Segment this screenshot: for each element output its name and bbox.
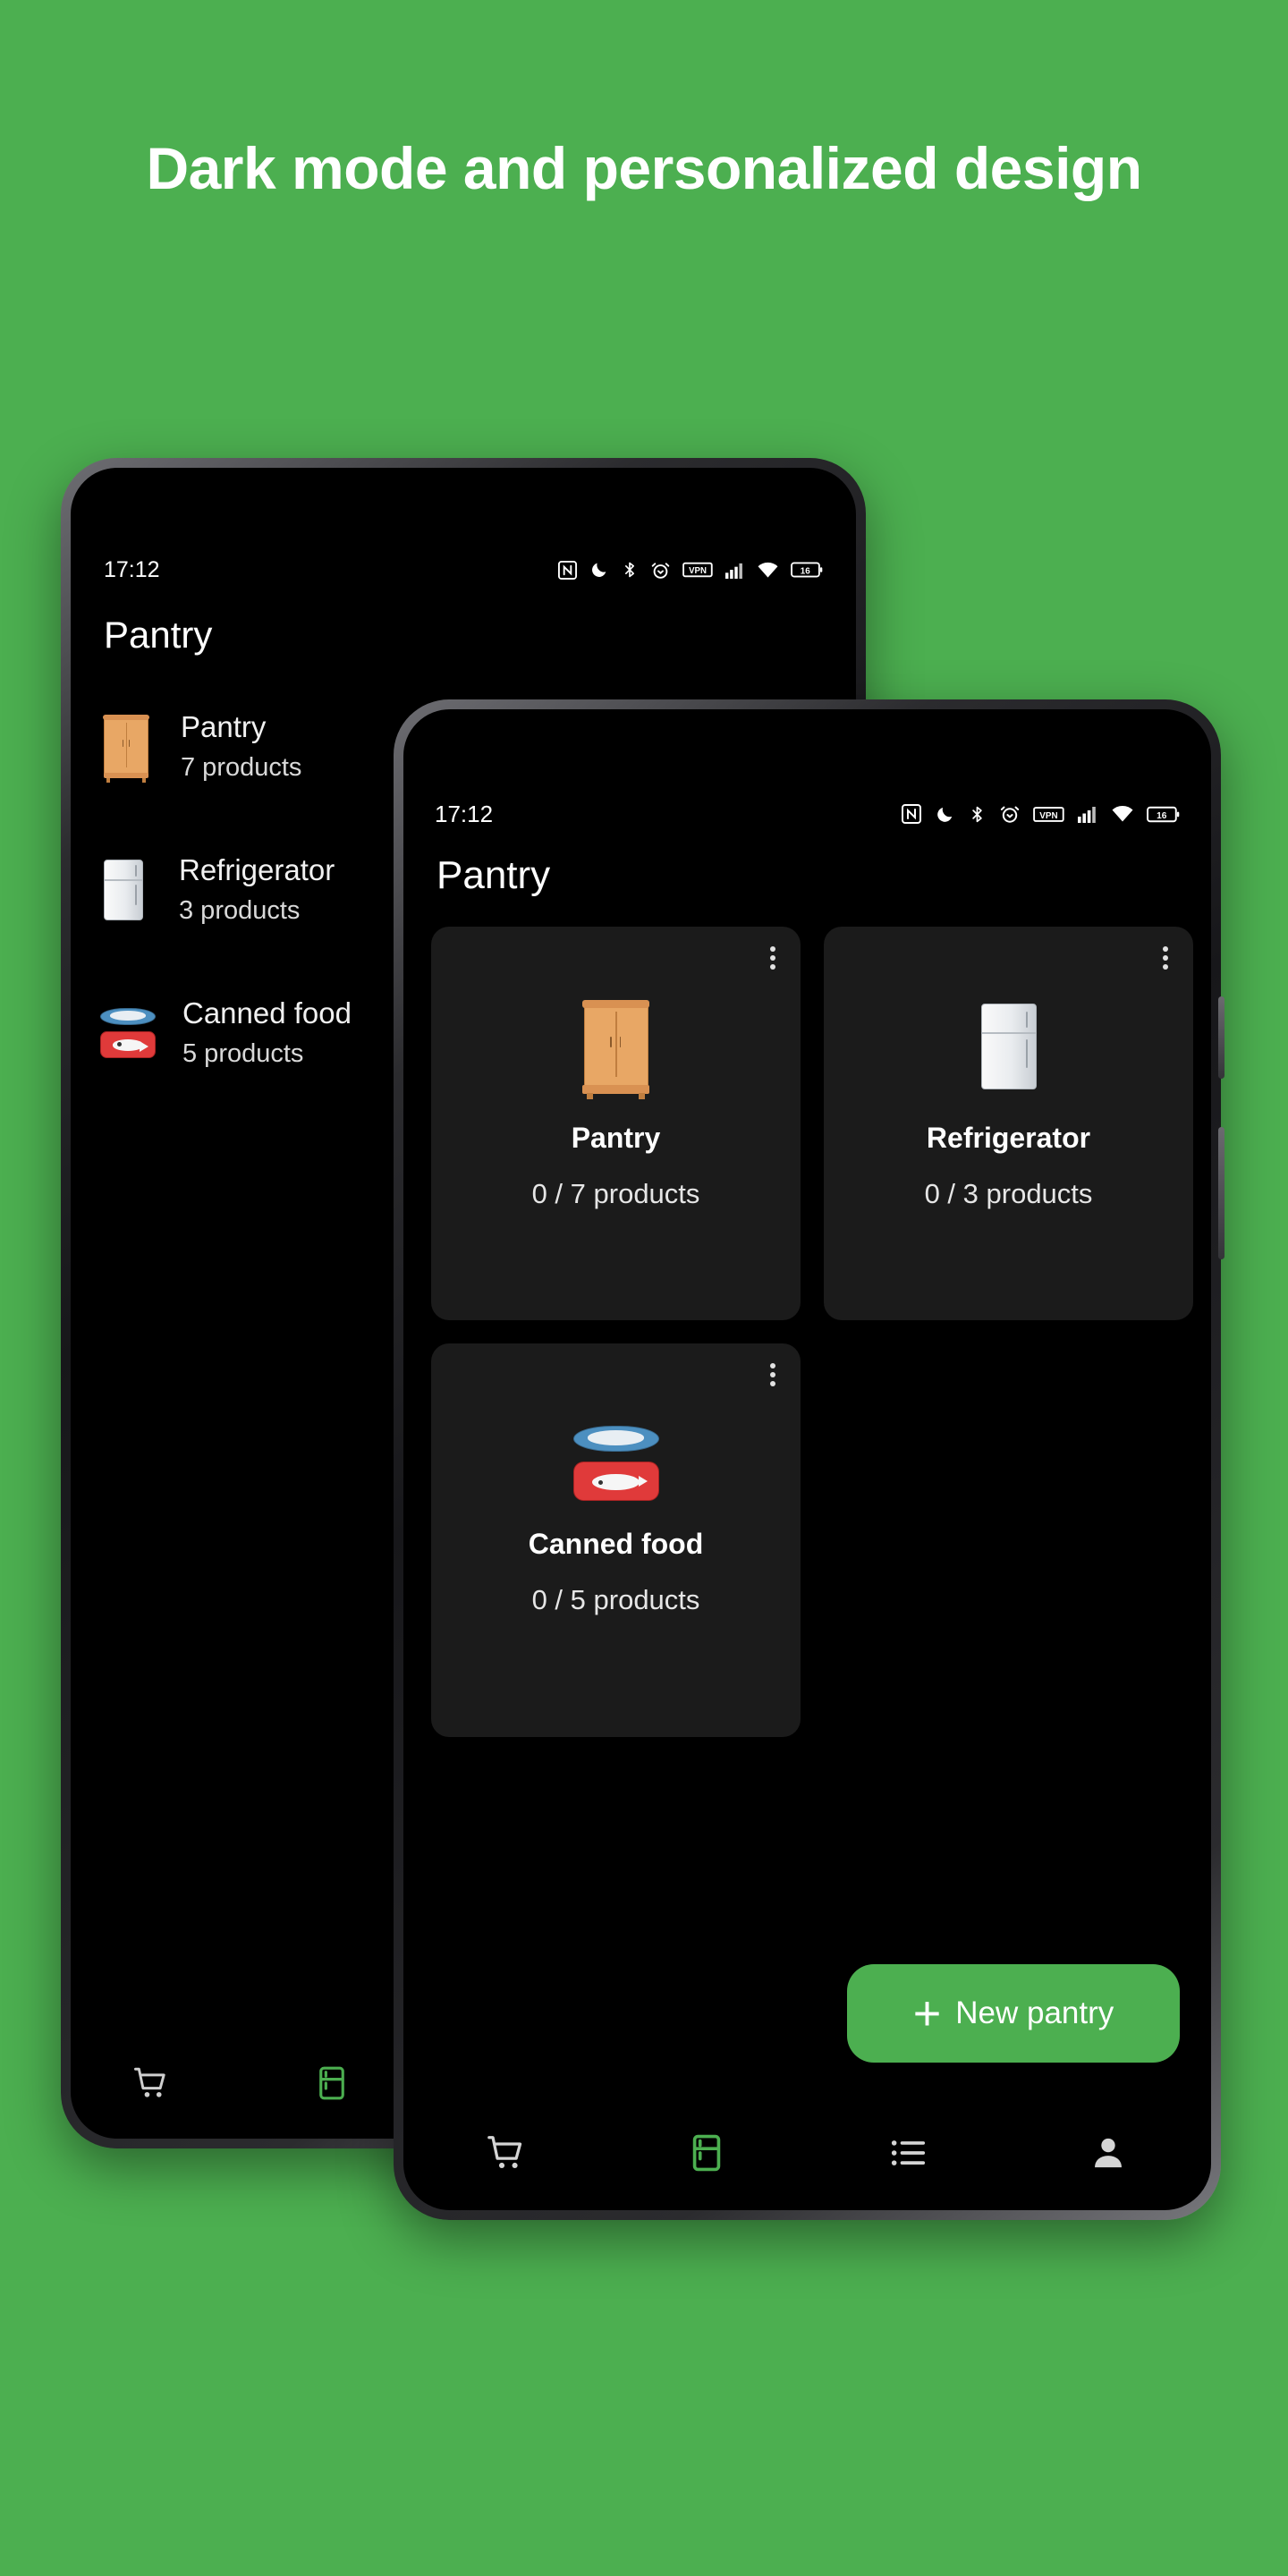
plus-icon: + — [912, 1987, 942, 2040]
volume-button[interactable] — [1218, 1127, 1224, 1259]
wifi-icon — [758, 562, 778, 578]
vpn-icon: VPN — [1033, 806, 1064, 822]
nav-pantry[interactable] — [313, 2064, 351, 2102]
back-status-time: 17:12 — [104, 556, 160, 582]
battery-level-label: 16 — [801, 566, 810, 576]
front-phone-device: 17:12 VPN 16 Pantry Pantry 0 / 7 product… — [394, 699, 1224, 2220]
card-title: Canned food — [528, 1528, 704, 1560]
new-pantry-fab[interactable]: + New pantry — [847, 1964, 1180, 2063]
pantry-card[interactable]: Pantry 0 / 7 products — [431, 927, 801, 1320]
nav-list[interactable] — [887, 2132, 928, 2174]
power-button[interactable] — [1218, 996, 1224, 1079]
front-appbar-title: Pantry — [436, 853, 551, 897]
battery-icon: 16 — [791, 562, 823, 578]
list-item-title: Pantry — [181, 710, 267, 743]
front-phone-app-screen: 17:12 VPN 16 Pantry Pantry 0 / 7 product… — [406, 712, 1208, 2207]
list-item-title: Canned food — [182, 996, 352, 1030]
front-status-icons: VPN 16 — [901, 803, 1180, 825]
nfc-icon — [902, 804, 921, 824]
card-overflow-menu-icon[interactable] — [761, 1360, 784, 1390]
cart-icon — [487, 2136, 522, 2169]
bluetooth-icon — [625, 562, 634, 578]
front-phone-screen-shell: 17:12 VPN 16 Pantry Pantry 0 / 7 product… — [403, 709, 1211, 2210]
back-status-bar: 17:12 VPN 16 — [73, 551, 853, 589]
list-item-subtitle: 3 products — [179, 896, 301, 925]
card-subtitle: 0 / 3 products — [924, 1178, 1093, 1209]
cellular-signal-icon — [1078, 807, 1096, 823]
alarm-icon — [1000, 806, 1020, 823]
battery-icon: 16 — [1147, 806, 1180, 822]
new-pantry-label: New pantry — [955, 1996, 1114, 2030]
canned-food-icon — [572, 1426, 659, 1501]
list-item-subtitle: 5 products — [182, 1039, 304, 1068]
back-appbar-title: Pantry — [104, 614, 213, 656]
canned-food-icon — [100, 1007, 156, 1058]
headline: Dark mode and personalized design — [146, 135, 1142, 201]
cabinet-icon — [581, 1000, 650, 1100]
front-status-bar: 17:12 VPN 16 — [406, 794, 1208, 834]
card-overflow-menu-icon[interactable] — [761, 943, 784, 973]
card-title: Refrigerator — [926, 1122, 1091, 1154]
front-bottom-nav — [406, 2098, 1208, 2207]
cabinet-icon — [103, 715, 149, 783]
fridge-nav-icon — [319, 2066, 344, 2100]
alarm-icon — [651, 562, 670, 579]
refrigerator-card[interactable]: Refrigerator 0 / 3 products — [824, 927, 1193, 1320]
front-status-time: 17:12 — [435, 800, 494, 827]
card-overflow-menu-icon[interactable] — [1154, 943, 1177, 973]
vpn-icon: VPN — [682, 562, 713, 578]
list-icon — [891, 2140, 925, 2165]
dnd-moon-icon — [592, 563, 606, 577]
nav-cart[interactable] — [486, 2132, 527, 2174]
person-icon — [1094, 2138, 1122, 2168]
refrigerator-icon — [104, 859, 143, 920]
list-item-title: Refrigerator — [179, 853, 335, 886]
nfc-icon — [557, 560, 578, 580]
battery-level-label: 16 — [1157, 811, 1167, 821]
promo-screenshot: Dark mode and personalized design 17:12 — [0, 0, 1288, 2576]
wifi-icon — [1112, 806, 1133, 822]
card-title: Pantry — [571, 1122, 661, 1154]
list-item-subtitle: 7 products — [181, 753, 302, 782]
bluetooth-icon — [972, 806, 982, 822]
back-status-icons: VPN 16 — [557, 560, 823, 580]
svg-text:VPN: VPN — [1039, 810, 1057, 820]
card-subtitle: 0 / 7 products — [531, 1178, 700, 1209]
nav-cart[interactable] — [132, 2064, 170, 2102]
svg-text:VPN: VPN — [689, 566, 707, 576]
canned-food-card[interactable]: Canned food 0 / 5 products — [431, 1343, 801, 1737]
cellular-signal-icon — [725, 563, 742, 579]
fridge-nav-icon — [693, 2134, 721, 2172]
cart-icon — [134, 2067, 165, 2097]
nav-pantry[interactable] — [686, 2132, 727, 2174]
pantry-card-grid: Pantry 0 / 7 products Refrigerator 0 / 3… — [431, 927, 1193, 1737]
nav-profile[interactable] — [1088, 2132, 1129, 2174]
dnd-moon-icon — [937, 807, 953, 822]
card-subtitle: 0 / 5 products — [531, 1584, 700, 1615]
refrigerator-icon — [980, 1004, 1037, 1089]
